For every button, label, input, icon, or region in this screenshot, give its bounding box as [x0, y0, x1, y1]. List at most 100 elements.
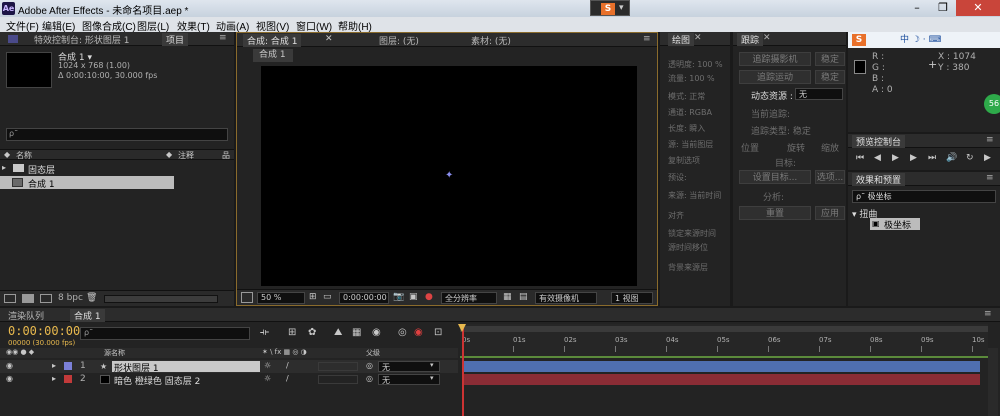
stabilize-motion-button[interactable]: 稳定	[815, 70, 845, 84]
delete-icon[interactable]: 🗑	[86, 293, 97, 303]
brainstorm-icon[interactable]: ◎	[398, 327, 407, 338]
layer-name[interactable]: 暗色 橙绿色 固态层 2	[112, 374, 262, 387]
table-row[interactable]: ◉ ▸ 1 ★ 形状图层 1 ☼ / ◎ 无 ▾	[0, 360, 458, 374]
tab-paint[interactable]: 绘图	[668, 33, 695, 46]
prev-frame-icon[interactable]: ◀	[874, 153, 881, 163]
tab-layer[interactable]: 图层: (无)	[375, 34, 423, 47]
audio-icon[interactable]: 🔊	[946, 153, 957, 163]
effect-item[interactable]: ▣ 极坐标	[870, 218, 920, 231]
ime-toolbar[interactable]: S ▾	[590, 0, 630, 16]
channel-icon[interactable]: ●	[425, 292, 433, 302]
pickwhip-icon[interactable]: ◎	[366, 361, 373, 370]
track-camera-button[interactable]: 追踪摄影机	[739, 52, 811, 66]
snapshot-icon[interactable]: 📷	[393, 292, 404, 302]
tab-composition[interactable]: 合成: 合成 1	[243, 34, 302, 47]
menu-view[interactable]: 视图(V)	[256, 18, 289, 33]
tab-effects-presets[interactable]: 效果和预置	[852, 173, 906, 186]
column-note[interactable]: 注释	[178, 150, 194, 161]
loop-icon[interactable]: ↻	[966, 153, 974, 163]
minimize-button[interactable]: –	[904, 0, 930, 16]
close-tab-icon[interactable]: ✕	[763, 33, 771, 43]
track-motion-button[interactable]: 追踪运动	[739, 70, 811, 84]
viewer-timecode[interactable]: 0:00:00:00	[339, 292, 389, 304]
motion-source-select[interactable]: 无	[795, 88, 843, 100]
anchor-point-icon[interactable]: ✦	[445, 171, 453, 181]
close-tab-icon[interactable]: ✕	[694, 33, 702, 43]
always-preview-icon[interactable]	[241, 292, 253, 303]
label-color-swatch[interactable]	[64, 375, 72, 383]
current-time-indicator[interactable]	[462, 324, 464, 416]
motion-blur-icon[interactable]: ◉	[372, 327, 381, 338]
project-search-input[interactable]: ρ˜	[6, 128, 228, 141]
hide-shy-icon[interactable]: ⛰	[334, 327, 342, 338]
label-color-swatch[interactable]	[64, 362, 72, 370]
maximize-button[interactable]: ❐	[930, 0, 956, 16]
camera-select[interactable]: 有效摄像机	[535, 292, 597, 304]
expand-icon[interactable]: ▸	[2, 163, 6, 172]
tab-effect-controls[interactable]: 特效控制台: 形状图层 1	[30, 33, 133, 46]
work-area-bar[interactable]	[460, 326, 988, 332]
zoom-select[interactable]: 50 %	[257, 292, 305, 304]
eye-icon[interactable]: ◉	[6, 361, 13, 370]
last-frame-icon[interactable]: ⏭	[928, 153, 936, 163]
comp-mini-flowchart-icon[interactable]: ⊞	[288, 327, 296, 338]
options-button[interactable]: 选项...	[815, 170, 845, 184]
resolution-select[interactable]: 全分辨率	[441, 292, 497, 304]
collapse-icon[interactable]: ☼	[264, 361, 271, 370]
tab-tracker[interactable]: 跟踪	[737, 33, 764, 46]
timeline-timecode[interactable]: 0:00:00:00	[8, 324, 80, 338]
expand-icon[interactable]: ▸	[52, 374, 56, 383]
column-name[interactable]: 名称	[16, 150, 32, 161]
tab-timeline-comp[interactable]: 合成 1	[70, 309, 105, 322]
draft-3d-icon[interactable]: ✿	[308, 327, 316, 338]
menu-composition[interactable]: 图像合成(C)	[82, 18, 136, 33]
layer-duration-bar[interactable]	[464, 374, 980, 385]
column-source-name[interactable]: 源名称	[104, 348, 125, 358]
column-parent[interactable]: 父级	[366, 348, 380, 358]
first-frame-icon[interactable]: ⏮	[856, 153, 864, 163]
table-row[interactable]: ◉ ▸ 2 暗色 橙绿色 固态层 2 ☼ / ◎ 无 ▾	[0, 373, 458, 387]
new-comp-icon[interactable]	[40, 294, 52, 303]
comp-canvas[interactable]: ✦	[261, 66, 637, 286]
quality-icon[interactable]: /	[286, 361, 289, 370]
transparency-grid-icon[interactable]: ▦	[503, 292, 512, 302]
pixel-aspect-icon[interactable]: ▤	[519, 292, 528, 302]
flowchart-icon[interactable]: 品	[222, 150, 230, 161]
reset-button[interactable]: 重置	[739, 206, 811, 220]
panel-menu-icon[interactable]: ≡	[984, 309, 992, 319]
pickwhip-icon[interactable]: ◎	[366, 374, 373, 383]
lock-icon[interactable]: ✕	[325, 34, 333, 44]
next-frame-icon[interactable]: ▶	[910, 153, 917, 163]
play-icon[interactable]: ▶	[892, 153, 899, 163]
effects-search-input[interactable]: ρ˜ 极坐标	[852, 190, 996, 203]
frame-blending-icon[interactable]: ▦	[352, 327, 361, 338]
position-checkbox[interactable]: 位置	[741, 141, 759, 154]
menu-effect[interactable]: 效果(T)	[177, 18, 210, 33]
switch-cells[interactable]	[318, 375, 358, 384]
panel-menu-icon[interactable]: ≡	[219, 33, 227, 43]
edit-target-button[interactable]: 设置目标...	[739, 170, 811, 184]
panel-menu-icon[interactable]: ≡	[643, 34, 651, 44]
show-snapshot-icon[interactable]: ▣	[409, 292, 418, 302]
menu-window[interactable]: 窗口(W)	[296, 18, 332, 33]
timeline-search-input[interactable]: ρ˜	[80, 327, 250, 340]
tab-preview[interactable]: 预览控制台	[852, 135, 906, 148]
quality-icon[interactable]: /	[286, 374, 289, 383]
menu-edit[interactable]: 编辑(E)	[42, 18, 75, 33]
expand-icon[interactable]: ▸	[52, 361, 56, 370]
region-of-interest-icon[interactable]: ▭	[323, 292, 332, 302]
ime-status-bar[interactable]: S 中 ☽ · ⌨	[848, 32, 1000, 48]
menu-file[interactable]: 文件(F)	[6, 18, 39, 33]
vertical-scrollbar[interactable]	[988, 348, 998, 416]
ram-preview-icon[interactable]: ▶	[984, 153, 991, 163]
switch-cells[interactable]	[318, 362, 358, 371]
scale-checkbox[interactable]: 缩放	[821, 141, 839, 154]
interpret-footage-icon[interactable]	[4, 294, 16, 303]
horizontal-scrollbar[interactable]	[104, 295, 218, 303]
list-item[interactable]: ▸ 固态层	[0, 162, 234, 176]
new-folder-icon[interactable]	[22, 294, 34, 303]
panel-menu-icon[interactable]: ≡	[986, 135, 994, 145]
list-item[interactable]: 合成 1	[0, 176, 174, 190]
speed-badge[interactable]: 56	[984, 94, 1000, 114]
paint-setting[interactable]: 对齐	[668, 210, 684, 221]
